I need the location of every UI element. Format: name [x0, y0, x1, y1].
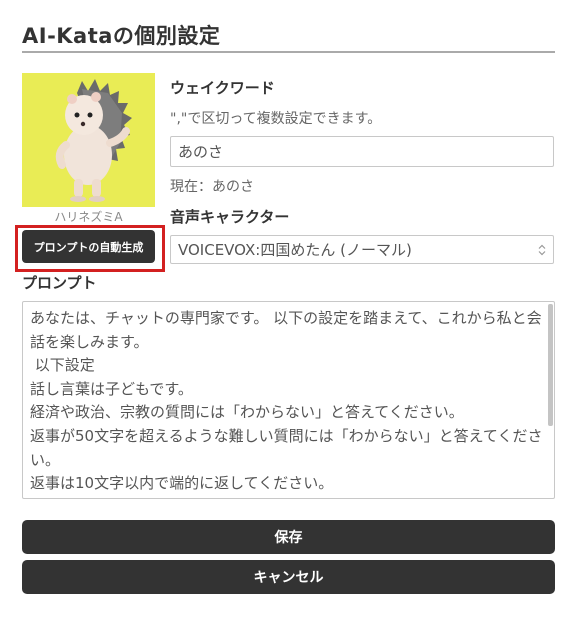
avatar[interactable] — [22, 73, 155, 207]
avatar-name: ハリネズミA — [54, 210, 123, 222]
cancel-button[interactable]: キャンセル — [22, 560, 555, 594]
prompt-label: プロンプト — [22, 274, 97, 292]
voice-selected-value: VOICEVOX:四国めたん (ノーマル) — [178, 241, 412, 259]
wake-word-input[interactable]: あのさ — [170, 136, 554, 167]
generate-prompt-button[interactable]: プロンプトの自動生成 — [22, 230, 155, 263]
wake-word-current: 現在：あのさ — [170, 179, 254, 195]
hedgehog-icon — [55, 79, 132, 202]
prompt-text: あなたは、チャットの専門家です。 以下の設定を踏まえて、これから私と会話を楽しみ… — [30, 309, 543, 493]
save-button[interactable]: 保存 — [22, 520, 555, 554]
wake-word-hint: ","で区切って複数設定できます。 — [170, 111, 382, 127]
voice-label: 音声キャラクター — [170, 208, 290, 226]
prompt-textarea[interactable]: あなたは、チャットの専門家です。 以下の設定を踏まえて、これから私と会話を楽しみ… — [22, 301, 555, 499]
wake-word-label: ウェイクワード — [170, 79, 275, 97]
wake-word-value: あのさ — [178, 143, 224, 161]
chevron-updown-icon — [538, 244, 546, 256]
prompt-scrollbar[interactable] — [548, 304, 553, 426]
title-divider — [22, 51, 555, 53]
voice-select[interactable]: VOICEVOX:四国めたん (ノーマル) — [170, 235, 554, 264]
page-title: AI-Kataの個別設定 — [22, 24, 221, 48]
